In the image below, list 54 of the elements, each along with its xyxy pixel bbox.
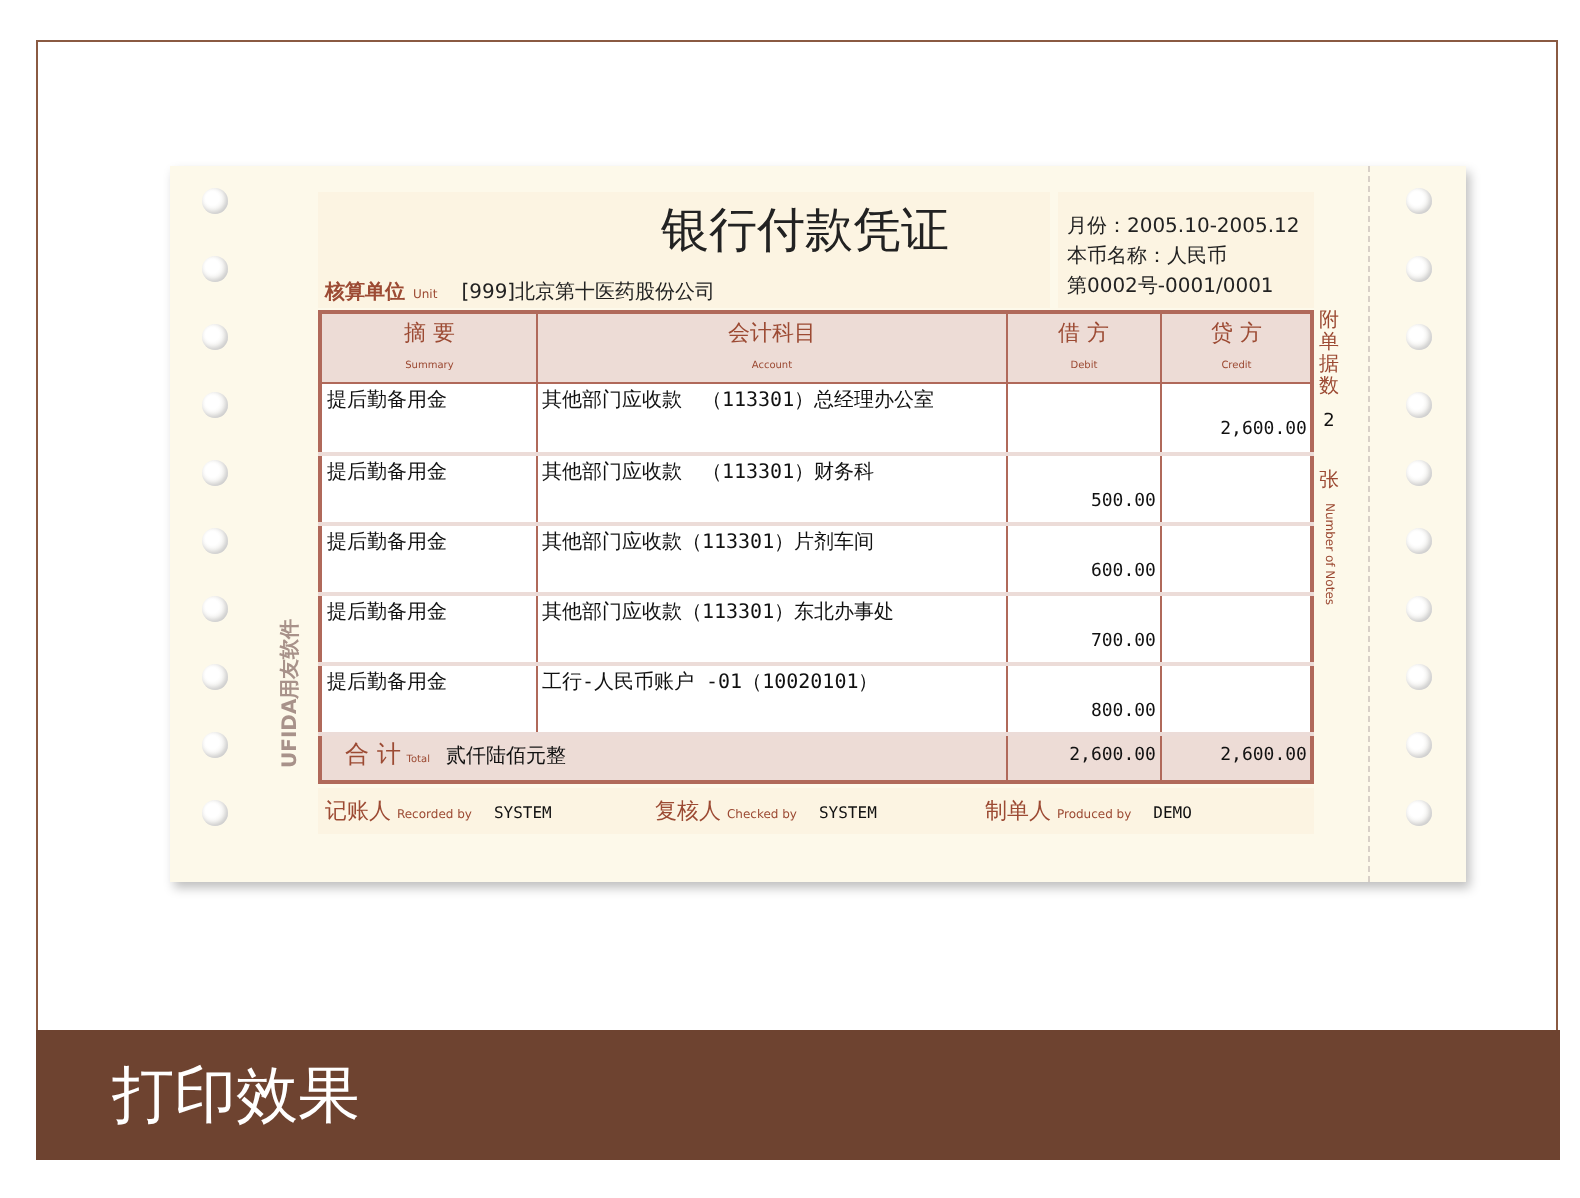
table-cell: 其他部门应收款（113301）片剂车间 [536,523,1007,593]
punch-hole-icon [1405,324,1432,350]
punch-hole-icon [202,188,229,214]
signature-name: SYSTEM [493,801,552,825]
info-line: 本币名称：人民币 [1066,243,1229,272]
punch-hole-icon [202,596,229,622]
unit-label: 核算单位 [324,282,405,306]
table-cell: 提后勤备用金 [320,383,537,453]
punch-hole-icon [1405,800,1432,826]
punch-hole-icon [202,324,229,350]
punch-hole-icon [202,732,229,758]
table-cell: 其他部门应收款 （113301）财务科 [536,453,1007,523]
punch-hole-icon [1405,188,1432,214]
punch-hole-icon [1405,392,1432,418]
table-cell: 提后勤备用金 [320,453,537,523]
table-cell: 提后勤备用金 [320,593,537,663]
table-cell: 700.00 [1006,593,1161,663]
table-cell: 提后勤备用金 [320,663,537,733]
signature-name: SYSTEM [818,801,877,825]
caption-text: 打印效果 [112,1057,360,1135]
signature-label: 记账人 [324,797,391,823]
table-cell: 800.00 [1006,663,1161,733]
punch-hole-icon [202,664,229,690]
punch-hole-icon [1405,732,1432,758]
signature-name: DEMO [1153,801,1192,825]
info-line: 月份：2005.10-2005.12 [1066,214,1302,242]
punch-hole-icon [202,460,229,486]
voucher-title: 银行付款凭证 [658,200,951,262]
punch-hole-icon [202,256,229,282]
punch-hole-icon [202,528,229,554]
info-line: 第0002号-0001/0001 [1066,274,1276,302]
signature-label: 制单人 [984,797,1051,823]
table-cell: 2,600.00 [1160,733,1313,781]
attachments-label: 附单据数 [1318,310,1339,398]
table-cell: 2,600.00 [1160,383,1313,453]
punch-hole-icon [1405,528,1432,554]
signature-label: 复核人 [654,797,721,823]
unit-value: [999]北京第十医药股份公司 [461,282,716,306]
table-cell: 500.00 [1006,453,1161,523]
margin-text: UFIDA用友软件 [279,616,304,768]
punch-hole-icon [1405,256,1432,282]
punch-hole-icon [202,392,229,418]
table-cell: 2,600.00 [1006,733,1161,781]
punch-hole-icon [202,800,229,826]
table-cell: 其他部门应收款 （113301）总经理办公室 [536,383,1007,453]
table-cell: 工行-人民币账户 -01（10020101） [536,663,1007,733]
punch-hole-icon [1405,664,1432,690]
attachments-unit: 张 [1318,470,1339,492]
table-cell: 其他部门应收款（113301）东北办事处 [536,593,1007,663]
table-cell: 提后勤备用金 [320,523,537,593]
attachments-count: 2 [1323,410,1335,434]
table-cell: 600.00 [1006,523,1161,593]
punch-hole-icon [1405,596,1432,622]
punch-hole-icon [1405,460,1432,486]
